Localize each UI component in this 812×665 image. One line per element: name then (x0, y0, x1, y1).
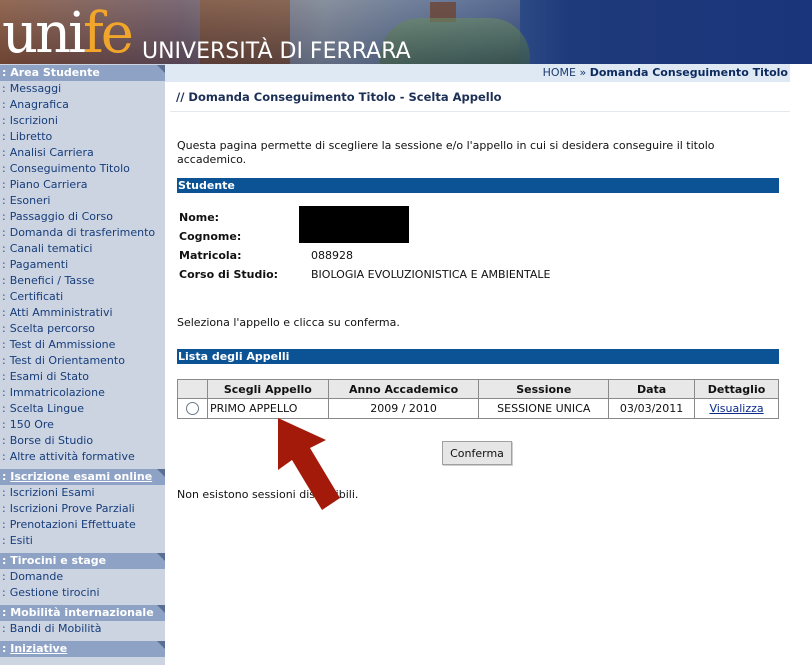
cell-appello: PRIMO APPELLO (206, 398, 329, 419)
sidebar-item-canali-tematici[interactable]: : Canali tematici (0, 241, 165, 257)
sidebar-item-domanda-di-trasferimento[interactable]: : Domanda di trasferimento (0, 225, 165, 241)
sidebar-item-immatricolazione[interactable]: : Immatricolazione (0, 385, 165, 401)
sidebar-section-iscrizione-esami-online[interactable]: : Iscrizione esami online (0, 469, 165, 485)
breadcrumb-separator: » (579, 66, 587, 79)
breadcrumb-home-link[interactable]: HOME (543, 66, 576, 79)
header-data: Data (608, 379, 696, 399)
unife-logo[interactable]: unife (2, 6, 134, 62)
appelli-table: Scegli Appello Anno Accademico Sessione … (177, 379, 779, 419)
sidebar-item-conseguimento-titolo[interactable]: : Conseguimento Titolo (0, 161, 165, 177)
header-select (177, 379, 208, 399)
sidebar-item-gestione-tirocini[interactable]: : Gestione tirocini (0, 585, 165, 601)
sidebar-item-analisi-carriera[interactable]: : Analisi Carriera (0, 145, 165, 161)
sidebar-item-test-di-ammissione[interactable]: : Test di Ammissione (0, 337, 165, 353)
sidebar-item-benefici-tasse[interactable]: : Benefici / Tasse (0, 273, 165, 289)
sidebar-item-scelta-percorso[interactable]: : Scelta percorso (0, 321, 165, 337)
intro-text: Questa pagina permette di scegliere la s… (177, 139, 715, 166)
instruction-text: Seleziona l'appello e clicca su conferma… (177, 316, 400, 329)
visualizza-link[interactable]: Visualizza (709, 402, 763, 415)
sidebar-section-area-studente: : Area Studente (0, 65, 165, 81)
sidebar-item-atti-amministrativi[interactable]: : Atti Amministrativi (0, 305, 165, 321)
label-corso: Corso di Studio: (179, 268, 279, 281)
sidebar-item-libretto[interactable]: : Libretto (0, 129, 165, 145)
sidebar-item-piano-carriera[interactable]: : Piano Carriera (0, 177, 165, 193)
breadcrumb-current: Domanda Conseguimento Titolo (589, 66, 788, 79)
sidebar-item-esoneri[interactable]: : Esoneri (0, 193, 165, 209)
header-anno-accademico: Anno Accademico (327, 379, 480, 399)
sidebar-item-borse-di-studio[interactable]: : Borse di Studio (0, 433, 165, 449)
redacted-name-block (299, 206, 409, 243)
sidebar-section-iniziative[interactable]: : Iniziative (0, 641, 165, 657)
sidebar-item-passaggio-di-corso[interactable]: : Passaggio di Corso (0, 209, 165, 225)
red-arrow-annotation (278, 418, 340, 510)
header-dettaglio: Dettaglio (694, 379, 779, 399)
value-matricola: 088928 (311, 249, 353, 262)
value-corso: BIOLOGIA EVOLUZIONISTICA E AMBIENTALE (311, 268, 551, 281)
sidebar-section-tirocini-e-stage: : Tirocini e stage (0, 553, 165, 569)
appello-radio-button[interactable] (185, 402, 199, 416)
sidebar-item-messaggi[interactable]: : Messaggi (0, 81, 165, 97)
sidebar-section-mobilita-internazionale: : Mobilità internazionale (0, 605, 165, 621)
breadcrumb: HOME » Domanda Conseguimento Titolo (543, 64, 788, 82)
sidebar-menu: : Area Studente: Messaggi: Anagrafica: Iscr… (0, 64, 165, 665)
sidebar-item-pagamenti[interactable]: : Pagamenti (0, 257, 165, 273)
cell-anno: 2009 / 2010 (327, 398, 480, 419)
sidebar-item-iscrizioni[interactable]: : Iscrizioni (0, 113, 165, 129)
breadcrumb-bar: HOME » Domanda Conseguimento Titolo (165, 64, 790, 82)
label-cognome: Cognome: (179, 230, 242, 243)
label-nome: Nome: (179, 211, 220, 224)
sidebar-item-esiti[interactable]: : Esiti (0, 533, 165, 549)
arrow-shape (278, 418, 340, 510)
sidebar-item-iscrizioni-esami[interactable]: : Iscrizioni Esami (0, 485, 165, 501)
sidebar-item-esami-di-stato[interactable]: : Esami di Stato (0, 369, 165, 385)
section-header-appelli: Lista degli Appelli (177, 349, 779, 364)
sidebar-item-domande[interactable]: : Domande (0, 569, 165, 585)
table-row: PRIMO APPELLO 2009 / 2010 SESSIONE UNICA… (177, 398, 779, 419)
page-title: // Domanda Conseguimento Titolo - Scelta… (176, 90, 502, 104)
sidebar-item-scelta-lingue[interactable]: : Scelta Lingue (0, 401, 165, 417)
sidebar-item-iscrizioni-prove-parziali[interactable]: : Iscrizioni Prove Parziali (0, 501, 165, 517)
cell-sessione: SESSIONE UNICA (478, 398, 610, 419)
sidebar-item-certificati[interactable]: : Certificati (0, 289, 165, 305)
section-header-studente: Studente (177, 178, 779, 193)
cell-dettaglio: Visualizza (694, 398, 779, 419)
header-scegli-appello: Scegli Appello (206, 379, 329, 399)
title-divider (170, 111, 790, 112)
cell-data: 03/03/2011 (608, 398, 696, 419)
header-banner: unife UNIVERSITÀ DI FERRARA (0, 0, 812, 64)
sidebar-item-150-ore[interactable]: :150 Ore (0, 417, 165, 433)
sidebar-item-prenotazioni-effettuate[interactable]: : Prenotazioni Effettuate (0, 517, 165, 533)
header-sessione: Sessione (478, 379, 610, 399)
sidebar-item-bandi-di-mobilita[interactable]: : Bandi di Mobilità (0, 621, 165, 637)
sidebar-item-anagrafica[interactable]: : Anagrafica (0, 97, 165, 113)
table-header-row: Scegli Appello Anno Accademico Sessione … (177, 379, 779, 399)
select-cell (177, 398, 208, 419)
label-matricola: Matricola: (179, 249, 242, 262)
sidebar-item-test-di-orientamento[interactable]: : Test di Orientamento (0, 353, 165, 369)
university-name: UNIVERSITÀ DI FERRARA (142, 39, 411, 64)
sidebar-item-altre-attivita-formative[interactable]: : Altre attività formative (0, 449, 165, 465)
conferma-button[interactable]: Conferma (442, 441, 512, 465)
